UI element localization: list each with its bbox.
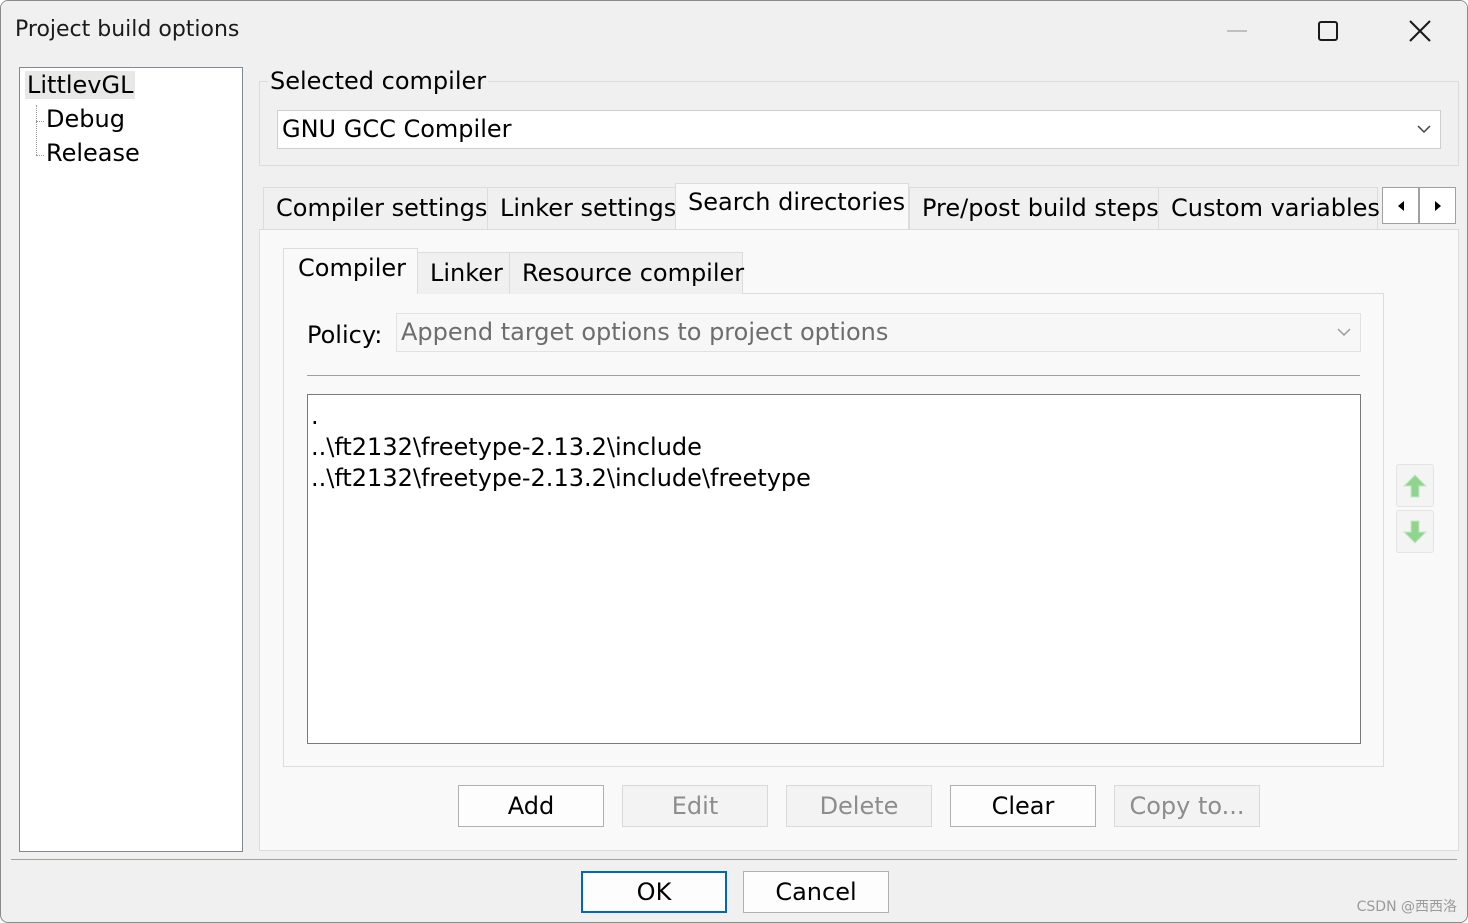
list-item[interactable]: ..\ft2132\freetype-2.13.2\include\freety… bbox=[311, 463, 1357, 494]
tab-compiler-settings[interactable]: Compiler settings bbox=[263, 187, 501, 229]
move-up-button[interactable] bbox=[1396, 464, 1434, 507]
policy-select-value: Append target options to project options bbox=[401, 318, 889, 346]
chevron-down-icon bbox=[1337, 328, 1351, 337]
tree-item-debug[interactable]: Debug bbox=[46, 105, 125, 133]
move-down-button[interactable] bbox=[1396, 510, 1434, 553]
cancel-button[interactable]: Cancel bbox=[743, 871, 889, 913]
list-item[interactable]: ..\ft2132\freetype-2.13.2\include bbox=[311, 432, 1357, 463]
window-title: Project build options bbox=[15, 17, 240, 42]
tree-item-release[interactable]: Release bbox=[46, 139, 140, 167]
arrow-down-icon bbox=[1402, 520, 1428, 544]
chevron-down-icon bbox=[1417, 125, 1431, 134]
compiler-select[interactable]: GNU GCC Compiler bbox=[277, 110, 1441, 149]
minimize-button[interactable] bbox=[1191, 7, 1283, 55]
ok-button[interactable]: OK bbox=[581, 871, 727, 913]
targets-tree[interactable]: LittlevGL Debug Release bbox=[19, 67, 243, 852]
tab-scroll-right-button[interactable] bbox=[1419, 187, 1456, 224]
clear-button[interactable]: Clear bbox=[950, 785, 1096, 827]
tree-item-littlevgl[interactable]: LittlevGL bbox=[25, 71, 136, 99]
compiler-select-value: GNU GCC Compiler bbox=[282, 115, 512, 143]
list-item[interactable]: . bbox=[311, 401, 1357, 432]
tab-scroll-left-button[interactable] bbox=[1382, 187, 1419, 224]
tab-pre-post-build-steps[interactable]: Pre/post build steps bbox=[909, 187, 1172, 229]
search-directories-list[interactable]: . ..\ft2132\freetype-2.13.2\include ..\f… bbox=[307, 394, 1361, 744]
watermark: CSDN @西西洛 bbox=[1356, 899, 1457, 915]
arrow-up-icon bbox=[1402, 473, 1428, 497]
tab-custom-variables[interactable]: Custom variables bbox=[1158, 187, 1380, 229]
policy-label: Policy: bbox=[307, 321, 383, 349]
tab-linker-settings[interactable]: Linker settings bbox=[487, 187, 690, 229]
maximize-icon bbox=[1318, 21, 1338, 41]
title-bar: Project build options bbox=[1, 1, 1467, 61]
tab-compiler[interactable]: Compiler bbox=[283, 248, 418, 294]
separator bbox=[307, 375, 1360, 376]
project-build-options-dialog: Project build options LittlevGL Debug Re… bbox=[0, 0, 1468, 923]
selected-compiler-label: Selected compiler bbox=[268, 67, 489, 95]
add-button[interactable]: Add bbox=[458, 785, 604, 827]
tree-connector bbox=[36, 105, 37, 155]
tab-search-directories[interactable]: Search directories bbox=[675, 183, 909, 229]
minimize-icon bbox=[1227, 30, 1247, 32]
tree-connector bbox=[36, 155, 44, 156]
tab-linker[interactable]: Linker bbox=[417, 252, 516, 294]
copy-to-button[interactable]: Copy to... bbox=[1114, 785, 1260, 827]
separator bbox=[11, 859, 1457, 860]
caret-right-icon bbox=[1434, 200, 1441, 211]
maximize-button[interactable] bbox=[1282, 7, 1374, 55]
delete-button[interactable]: Delete bbox=[786, 785, 932, 827]
close-icon bbox=[1409, 20, 1431, 42]
edit-button[interactable]: Edit bbox=[622, 785, 768, 827]
tab-resource-compiler[interactable]: Resource compiler bbox=[509, 252, 744, 294]
close-button[interactable] bbox=[1374, 7, 1466, 55]
caret-left-icon bbox=[1397, 200, 1404, 211]
tree-connector bbox=[36, 121, 44, 122]
policy-select[interactable]: Append target options to project options bbox=[396, 313, 1361, 352]
